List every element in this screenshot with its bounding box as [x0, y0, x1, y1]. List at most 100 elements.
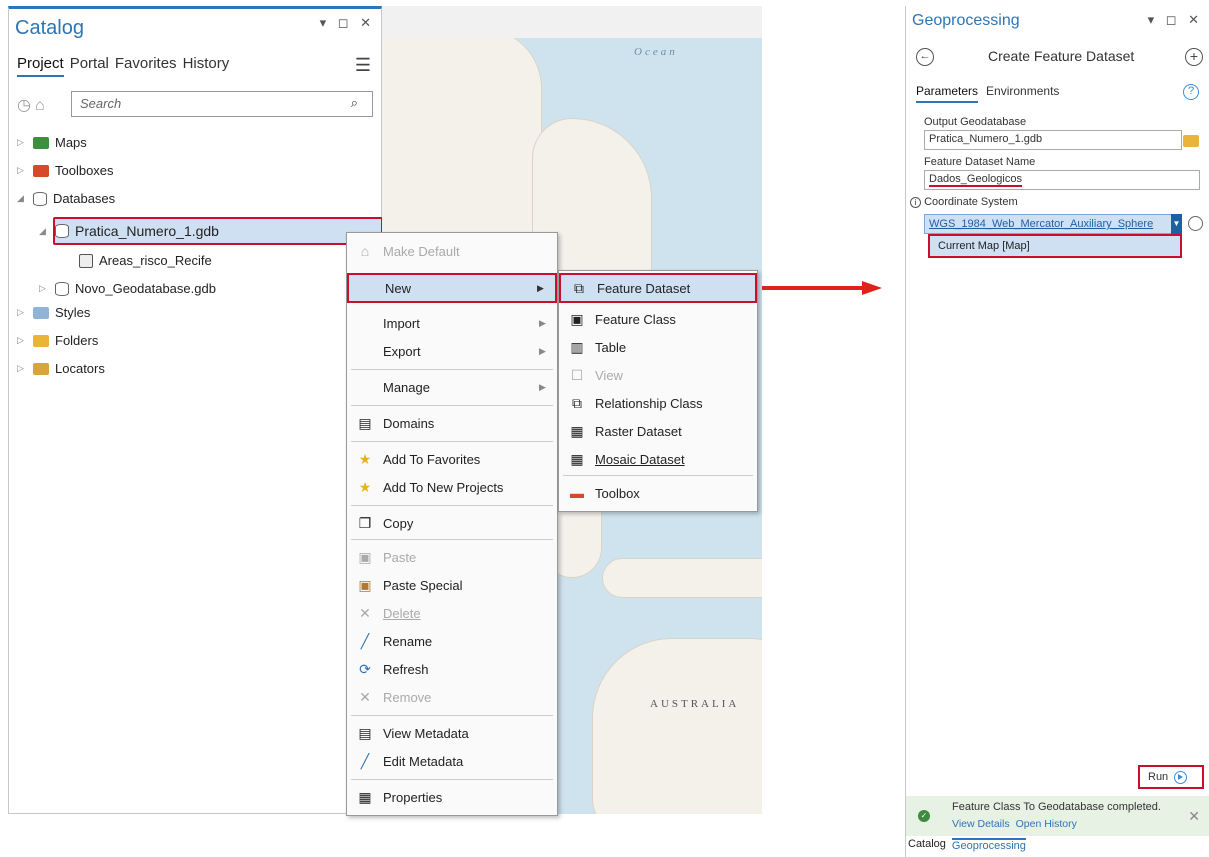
tab-project[interactable]: Project: [17, 55, 64, 77]
menu-item-edit-metadata[interactable]: ╱ Edit Metadata: [347, 747, 557, 775]
tree-label: Pratica_Numero_1.gdb: [75, 223, 219, 239]
menu-item-refresh[interactable]: ⟳ Refresh: [347, 655, 557, 683]
menu-item-properties[interactable]: ▦ Properties: [347, 783, 557, 811]
output-gdb-label: Output Geodatabase: [924, 116, 1027, 128]
output-gdb-field[interactable]: Pratica_Numero_1.gdb: [924, 130, 1182, 150]
submenu-item-relationship-class[interactable]: ⧉ Relationship Class: [559, 389, 757, 417]
tree-item-locators[interactable]: ▷ Locators: [17, 361, 105, 376]
menu-item-paste[interactable]: ▣ Paste: [347, 543, 557, 571]
menu-icon[interactable]: ☰: [355, 55, 371, 76]
back-icon[interactable]: ◷: [17, 97, 35, 114]
tab-portal[interactable]: Portal: [70, 55, 109, 77]
tab-geoprocessing[interactable]: Geoprocessing: [951, 838, 1026, 857]
nav-buttons: ◷⌂: [17, 95, 49, 115]
window-controls[interactable]: ▾ ◻ ✕: [320, 15, 375, 31]
menu-item-manage[interactable]: Manage ▶: [347, 373, 557, 401]
coord-system-select[interactable]: WGS_1984_Web_Mercator_Auxiliary_Sphere: [924, 214, 1182, 234]
submenu-item-table[interactable]: ▥ Table: [559, 333, 757, 361]
tree-item-databases[interactable]: ◢ Databases: [17, 191, 115, 206]
feature-class-icon: [79, 253, 93, 268]
expand-icon[interactable]: ▷: [17, 307, 27, 318]
tab-history[interactable]: History: [183, 55, 230, 77]
database-icon: [33, 191, 47, 206]
maps-icon: [33, 136, 49, 149]
toolbox-icon: ▬: [570, 485, 584, 501]
view-details-link[interactable]: View Details: [952, 818, 1010, 830]
domains-icon: ▤: [358, 414, 372, 431]
tree-label: Databases: [53, 191, 116, 206]
dataset-name-label: Feature Dataset Name: [924, 156, 1036, 168]
submenu-item-toolbox[interactable]: ▬ Toolbox: [559, 479, 757, 507]
menu-item-export[interactable]: Export ▶: [347, 337, 557, 365]
submenu-item-mosaic-dataset[interactable]: ▦ Mosaic Dataset: [559, 445, 757, 473]
submenu-arrow-icon: ▶: [539, 381, 546, 392]
status-message: Feature Class To Geodatabase completed.: [952, 801, 1161, 813]
tree-item-gdb2[interactable]: ▷ Novo_Geodatabase.gdb: [39, 281, 216, 296]
search-input[interactable]: Search ⌕: [71, 91, 373, 117]
menu-item-make-default[interactable]: ⌂ Make Default: [347, 237, 557, 265]
info-icon: i: [910, 197, 921, 208]
chevron-down-icon[interactable]: ▼: [1171, 214, 1182, 234]
tree-label: Maps: [55, 135, 87, 150]
tab-catalog[interactable]: Catalog: [908, 838, 946, 857]
dataset-name-field[interactable]: Dados_Geologicos: [924, 170, 1200, 190]
window-controls[interactable]: ▾ ◻ ✕: [1148, 12, 1203, 28]
menu-item-copy[interactable]: ❐ Copy: [347, 509, 557, 537]
expand-icon[interactable]: ▷: [17, 137, 27, 148]
tree-item-folders[interactable]: ▷ Folders: [17, 333, 98, 348]
menu-item-new[interactable]: New ▶: [347, 273, 557, 303]
copy-icon: ❐: [358, 514, 372, 531]
home-icon[interactable]: ⌂: [35, 97, 49, 114]
submenu-item-feature-class[interactable]: ▣ Feature Class: [559, 305, 757, 333]
new-submenu: ⧉ Feature Dataset ▣ Feature Class ▥ Table ☐…: [558, 270, 758, 512]
help-icon[interactable]: ?: [1183, 84, 1199, 100]
paste-icon: ▣: [358, 548, 372, 565]
tree-item-styles[interactable]: ▷ Styles: [17, 305, 90, 320]
menu-item-import[interactable]: Import ▶: [347, 309, 557, 337]
geoprocessing-pane: Geoprocessing ▾ ◻ ✕ ← Create Feature Dat…: [905, 6, 1209, 857]
feature-dataset-icon: ⧉: [574, 279, 584, 296]
expand-icon[interactable]: ▷: [39, 283, 49, 294]
menu-separator: [351, 715, 553, 716]
close-icon[interactable]: ✕: [1188, 808, 1200, 825]
expand-icon[interactable]: ▷: [17, 165, 27, 176]
catalog-pane: Catalog ▾ ◻ ✕ Project Portal Favorites H…: [8, 6, 383, 814]
globe-icon[interactable]: [1188, 216, 1203, 231]
add-icon[interactable]: +: [1185, 48, 1203, 66]
tree-item-gdb1[interactable]: ◢ Pratica_Numero_1.gdb: [39, 223, 219, 239]
tab-parameters[interactable]: Parameters: [916, 84, 979, 103]
tab-favorites[interactable]: Favorites: [115, 55, 177, 77]
folder-icon[interactable]: [1183, 135, 1199, 147]
submenu-item-raster-dataset[interactable]: ▦ Raster Dataset: [559, 417, 757, 445]
menu-item-remove[interactable]: ✕ Remove: [347, 683, 557, 711]
tab-environments[interactable]: Environments: [986, 84, 1059, 103]
menu-separator: [351, 505, 553, 506]
ocean-label: Ocean: [634, 46, 678, 58]
menu-separator: [563, 475, 753, 476]
menu-item-add-favorites[interactable]: ★ Add To Favorites: [347, 445, 557, 473]
collapse-icon[interactable]: ◢: [17, 193, 27, 204]
tree-item-toolboxes[interactable]: ▷ Toolboxes: [17, 163, 114, 178]
open-history-link[interactable]: Open History: [1016, 818, 1077, 830]
raster-icon: ▦: [570, 422, 584, 439]
collapse-icon[interactable]: ◢: [39, 226, 49, 237]
submenu-arrow-icon: ▶: [539, 345, 546, 356]
run-button[interactable]: Run: [1138, 765, 1204, 789]
menu-item-add-new-projects[interactable]: ★ Add To New Projects: [347, 473, 557, 501]
menu-item-domains[interactable]: ▤ Domains: [347, 409, 557, 437]
expand-icon[interactable]: ▷: [17, 335, 27, 346]
menu-item-rename[interactable]: ╱ Rename: [347, 627, 557, 655]
styles-icon: [33, 306, 49, 319]
current-map-option[interactable]: Current Map [Map]: [928, 234, 1182, 258]
back-icon[interactable]: ←: [916, 48, 934, 66]
search-icon[interactable]: ⌕: [351, 95, 358, 111]
expand-icon[interactable]: ▷: [17, 363, 27, 374]
tree-item-fc1[interactable]: Areas_risco_Recife: [79, 253, 212, 268]
submenu-item-view[interactable]: ☐ View: [559, 361, 757, 389]
menu-item-view-metadata[interactable]: ▤ View Metadata: [347, 719, 557, 747]
geoprocessing-title: Geoprocessing: [912, 12, 1020, 29]
menu-item-delete[interactable]: ✕ Delete: [347, 599, 557, 627]
submenu-item-feature-dataset[interactable]: ⧉ Feature Dataset: [559, 273, 757, 303]
tree-item-maps[interactable]: ▷ Maps: [17, 135, 87, 150]
menu-item-paste-special[interactable]: ▣ Paste Special: [347, 571, 557, 599]
